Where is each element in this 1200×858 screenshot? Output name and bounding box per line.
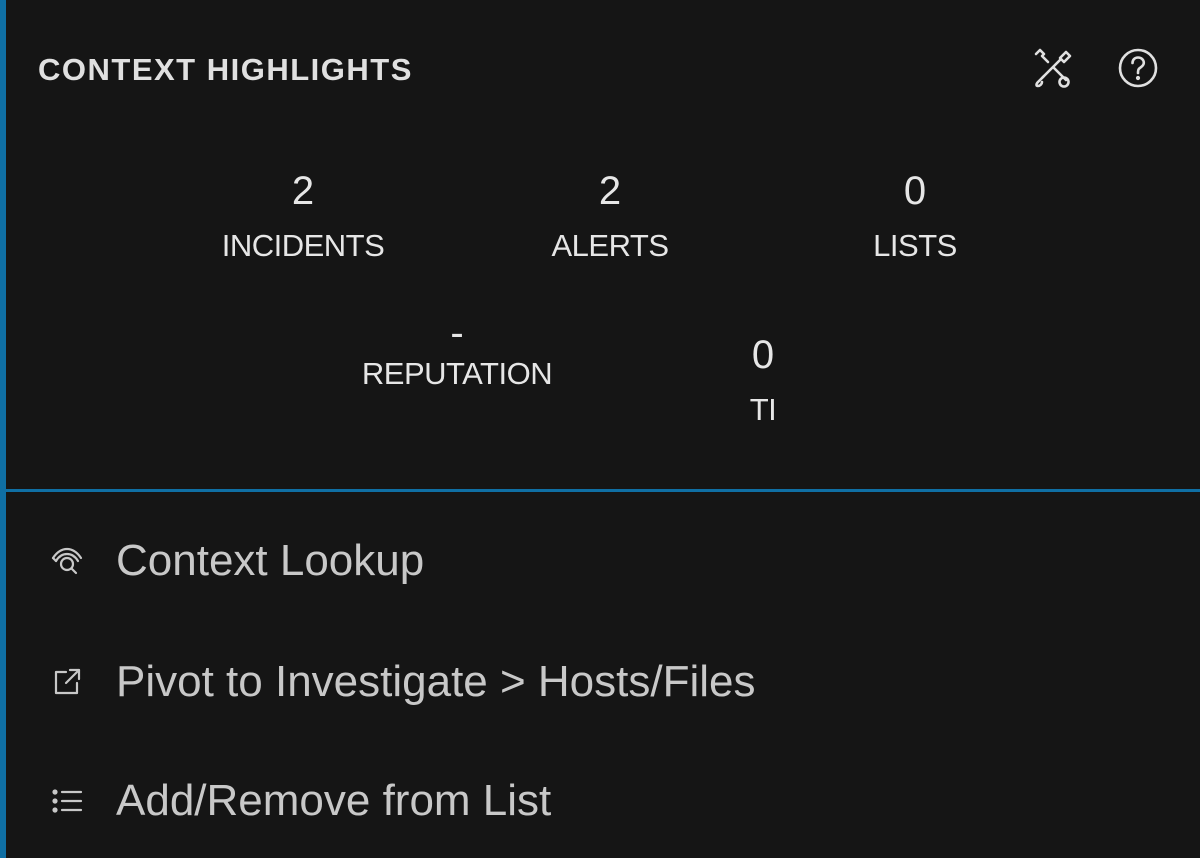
panel-header: CONTEXT HIGHLIGHTS <box>38 48 1188 92</box>
help-icon <box>1118 48 1158 88</box>
stats-area: 2 INCIDENTS 2 ALERTS 0 LISTS - REPUTATIO… <box>0 160 1200 460</box>
help-button[interactable] <box>1114 44 1162 92</box>
pivot-investigate-label: Pivot to Investigate > Hosts/Files <box>116 657 756 706</box>
alerts-label: ALERTS <box>551 228 669 263</box>
actions-list: Context Lookup Pivot to Investigate > Ho… <box>0 492 1200 858</box>
external-link-icon <box>50 660 94 704</box>
context-highlights-panel: CONTEXT HIGHLIGHTS 2 INCIDENTS 2 ALERTS … <box>0 0 1200 858</box>
lists-count: 0 <box>903 169 927 213</box>
list-icon <box>50 779 94 823</box>
stat-reputation[interactable]: - REPUTATION <box>312 310 602 392</box>
alerts-count: 2 <box>598 169 622 213</box>
add-remove-list-action[interactable]: Add/Remove from List <box>50 766 1150 836</box>
panel-title: CONTEXT HIGHLIGHTS <box>38 52 413 87</box>
eye-search-icon <box>50 539 94 583</box>
incidents-count: 2 <box>291 169 315 213</box>
lists-label: LISTS <box>873 228 957 263</box>
ti-label: TI <box>749 392 777 427</box>
ti-count: 0 <box>751 333 775 377</box>
stat-ti[interactable]: 0 TI <box>708 332 818 428</box>
tools-icon <box>1034 48 1072 88</box>
context-lookup-label: Context Lookup <box>116 536 425 585</box>
stat-alerts[interactable]: 2 ALERTS <box>520 168 700 264</box>
pivot-investigate-action[interactable]: Pivot to Investigate > Hosts/Files <box>50 647 1150 717</box>
reputation-value: - <box>450 311 464 355</box>
context-lookup-action[interactable]: Context Lookup <box>50 526 1150 596</box>
stat-lists[interactable]: 0 LISTS <box>830 168 1000 264</box>
incidents-label: INCIDENTS <box>221 228 385 263</box>
tools-button[interactable] <box>1028 44 1076 92</box>
stat-incidents[interactable]: 2 INCIDENTS <box>188 168 418 264</box>
add-remove-list-label: Add/Remove from List <box>116 776 552 825</box>
reputation-label: REPUTATION <box>361 356 553 391</box>
